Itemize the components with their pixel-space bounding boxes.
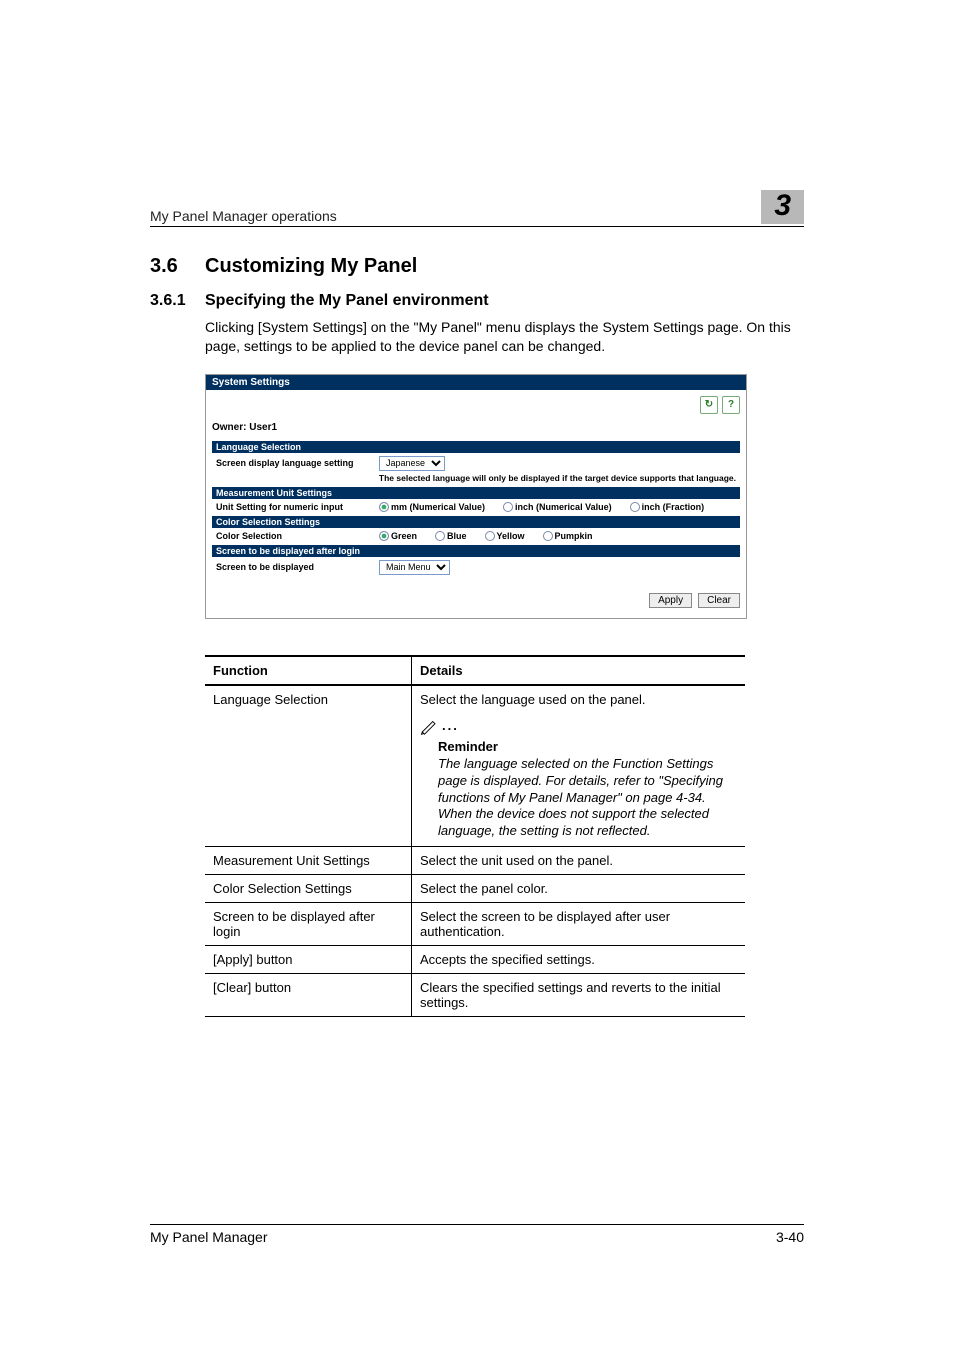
table-row: [Clear] button Clears the specified sett…: [205, 974, 745, 1017]
after-login-select[interactable]: Main Menu: [379, 560, 450, 575]
color-section-bar: Color Selection Settings: [212, 516, 740, 528]
help-icon[interactable]: ?: [722, 396, 740, 414]
func-cell: Screen to be displayed after login: [205, 903, 412, 946]
color-radio-blue[interactable]: Blue: [435, 531, 467, 541]
language-field-label: Screen display language setting: [216, 458, 371, 468]
func-cell: Measurement Unit Settings: [205, 847, 412, 875]
table-row: Screen to be displayed after login Selec…: [205, 903, 745, 946]
table-row: [Apply] button Accepts the specified set…: [205, 946, 745, 974]
details-cell: Select the language used on the panel. .…: [412, 685, 746, 847]
language-note: The selected language will only be displ…: [212, 471, 740, 483]
subsection-title-text: Specifying the My Panel environment: [205, 292, 489, 309]
refresh-icon[interactable]: ↻: [700, 396, 718, 414]
language-select[interactable]: Japanese: [379, 456, 445, 471]
table-header-function: Function: [205, 656, 412, 685]
clear-button[interactable]: Clear: [698, 593, 740, 608]
measurement-field-label: Unit Setting for numeric input: [216, 502, 371, 512]
section-number: 3.6: [150, 255, 205, 278]
reminder-dots: ...: [442, 718, 459, 733]
details-cell: Clears the specified settings and revert…: [412, 974, 746, 1017]
table-row: Language Selection Select the language u…: [205, 685, 745, 847]
apply-button[interactable]: Apply: [649, 593, 692, 608]
table-header-details: Details: [412, 656, 746, 685]
reminder-icon: [420, 717, 438, 735]
system-settings-panel: System Settings ↻ ? Owner: User1 Languag…: [205, 374, 747, 619]
function-table: Function Details Language Selection Sele…: [205, 655, 745, 1017]
func-cell: Color Selection Settings: [205, 875, 412, 903]
details-cell: Select the unit used on the panel.: [412, 847, 746, 875]
reminder-title: Reminder: [438, 739, 737, 754]
func-cell: [Clear] button: [205, 974, 412, 1017]
reminder-body: The language selected on the Function Se…: [438, 756, 737, 840]
unit-radio-inch-frac[interactable]: inch (Fraction): [630, 502, 705, 512]
color-radio-green[interactable]: Green: [379, 531, 417, 541]
unit-radio-mm[interactable]: mm (Numerical Value): [379, 502, 485, 512]
section-heading: 3.6Customizing My Panel: [150, 255, 804, 278]
unit-radio-inch-num[interactable]: inch (Numerical Value): [503, 502, 612, 512]
color-radio-yellow[interactable]: Yellow: [485, 531, 525, 541]
table-row: Color Selection Settings Select the pane…: [205, 875, 745, 903]
panel-titlebar: System Settings: [206, 375, 746, 390]
color-radio-pumpkin[interactable]: Pumpkin: [543, 531, 593, 541]
after-login-field-label: Screen to be displayed: [216, 562, 371, 572]
running-title: My Panel Manager operations: [150, 208, 337, 224]
details-cell: Accepts the specified settings.: [412, 946, 746, 974]
after-login-section-bar: Screen to be displayed after login: [212, 545, 740, 557]
measurement-section-bar: Measurement Unit Settings: [212, 487, 740, 499]
color-field-label: Color Selection: [216, 531, 371, 541]
subsection-number: 3.6.1: [150, 292, 205, 310]
language-section-bar: Language Selection: [212, 441, 740, 453]
func-cell: [Apply] button: [205, 946, 412, 974]
table-row: Measurement Unit Settings Select the uni…: [205, 847, 745, 875]
section-title-text: Customizing My Panel: [205, 255, 417, 277]
details-cell: Select the screen to be displayed after …: [412, 903, 746, 946]
subsection-heading: 3.6.1Specifying the My Panel environment: [150, 292, 804, 310]
chapter-number-box: 3: [761, 190, 804, 224]
footer-page-number: 3-40: [776, 1229, 804, 1245]
owner-label: Owner: User1: [212, 422, 740, 433]
intro-paragraph: Clicking [System Settings] on the "My Pa…: [205, 318, 804, 356]
func-cell: Language Selection: [205, 685, 412, 847]
details-cell: Select the panel color.: [412, 875, 746, 903]
footer-left: My Panel Manager: [150, 1229, 268, 1245]
